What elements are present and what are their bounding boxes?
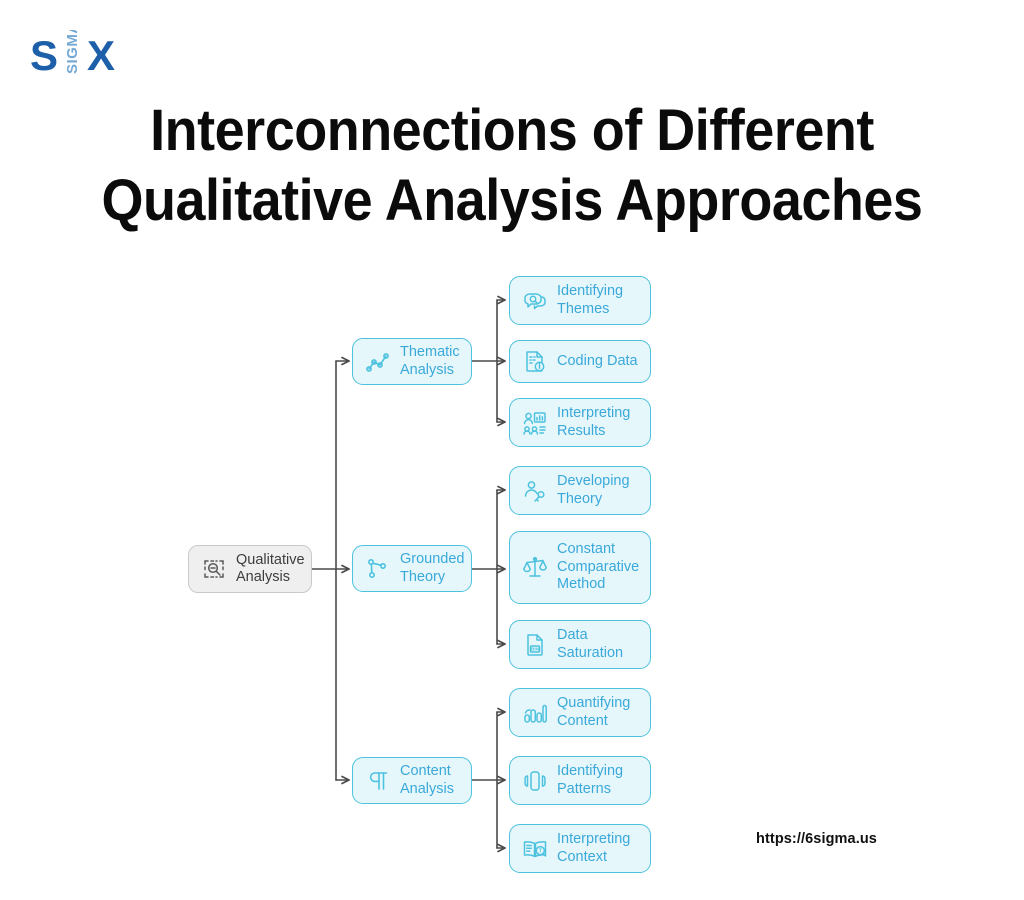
node-interpreting-results[interactable]: Interpreting Results <box>509 398 651 447</box>
node-data-saturation[interactable]: BIN Data Saturation <box>509 620 651 669</box>
node-interpreting-context[interactable]: T Interpreting Context <box>509 824 651 873</box>
qualitative-analysis-tree-diagram: Qualitative Analysis Thematic Analysis I… <box>0 0 1024 900</box>
node-label: Content Analysis <box>400 763 454 797</box>
svg-text:BIN: BIN <box>531 646 540 651</box>
node-label: Interpreting Context <box>557 831 631 865</box>
selection-zoom-out-icon <box>201 556 227 582</box>
node-coding-data[interactable]: Coding Data <box>509 340 651 383</box>
node-branch-icon <box>365 556 391 582</box>
bin-file-icon: BIN <box>522 632 548 658</box>
node-label: Coding Data <box>557 352 638 369</box>
node-label: Qualitative Analysis <box>236 551 305 586</box>
node-label: Constant Comparative Method <box>557 541 640 593</box>
pattern-shapes-icon <box>522 768 548 794</box>
node-identifying-themes[interactable]: Identifying Themes <box>509 276 651 325</box>
bar-chart-icon <box>522 700 548 726</box>
node-label: Data Saturation <box>557 627 624 661</box>
node-quantifying-content[interactable]: Quantifying Content <box>509 688 651 737</box>
line-chart-nodes-icon <box>365 349 391 375</box>
person-key-icon <box>522 478 548 504</box>
pilcrow-icon <box>365 768 391 794</box>
open-book-search-icon: T <box>522 836 548 862</box>
node-label: Developing Theory <box>557 473 630 507</box>
node-thematic-analysis[interactable]: Thematic Analysis <box>352 338 472 385</box>
node-label: Quantifying Content <box>557 695 631 729</box>
node-label: Interpreting Results <box>557 405 631 439</box>
node-label: Identifying Patterns <box>557 763 624 797</box>
website-url: https://6sigma.us <box>756 831 877 847</box>
node-developing-theory[interactable]: Developing Theory <box>509 466 651 515</box>
svg-text:T: T <box>539 848 542 854</box>
node-label: Thematic Analysis <box>400 344 460 378</box>
node-constant-comparative-method[interactable]: Constant Comparative Method <box>509 531 651 604</box>
node-qualitative-analysis[interactable]: Qualitative Analysis <box>188 545 312 593</box>
node-label: Identifying Themes <box>557 283 624 317</box>
node-content-analysis[interactable]: Content Analysis <box>352 757 472 804</box>
node-identifying-patterns[interactable]: Identifying Patterns <box>509 756 651 805</box>
person-presentation-chart-icon <box>522 410 548 436</box>
speech-bubbles-search-icon <box>522 288 548 314</box>
balance-scales-icon <box>522 555 548 581</box>
node-grounded-theory[interactable]: Grounded Theory <box>352 545 472 592</box>
binary-document-info-icon <box>522 349 548 375</box>
node-label: Grounded Theory <box>400 551 465 585</box>
